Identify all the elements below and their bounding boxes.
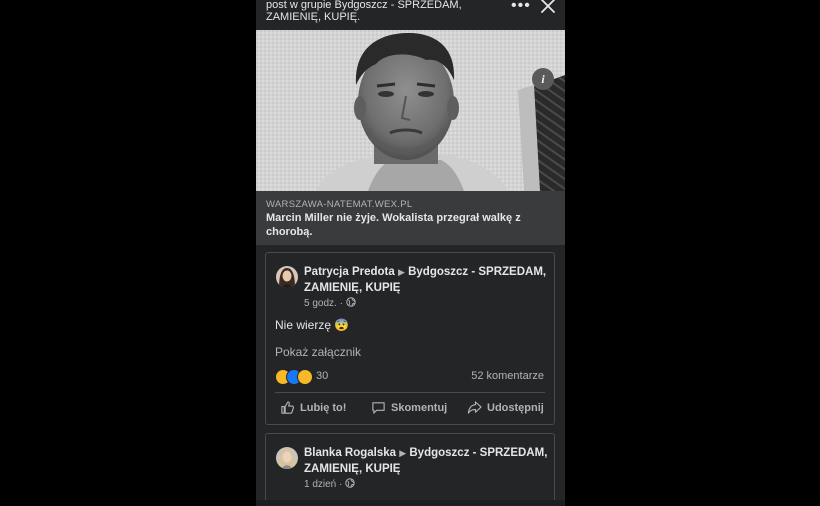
- post-card: Blanka Rogalska ▶ Bydgoszcz - SPRZEDAM, …: [265, 433, 555, 506]
- author-name[interactable]: Patrycja Predota: [304, 266, 395, 278]
- thumbs-up-icon: [281, 401, 294, 414]
- post-meta: 1 dzień ·: [304, 478, 355, 490]
- group-post-title-line2: ZAMIENIĘ, KUPIĘ.: [266, 11, 361, 23]
- like-button[interactable]: Lubię to!: [280, 400, 346, 415]
- comment-label: Skomentuj: [391, 401, 448, 414]
- share-icon: [467, 401, 482, 414]
- arrow-right-icon: ▶: [397, 267, 405, 277]
- show-attachment-link[interactable]: Pokaż załącznik: [275, 345, 361, 359]
- article-photo[interactable]: i: [256, 30, 565, 191]
- bottom-edge: [256, 500, 565, 506]
- header-bar: post w grupie Bydgoszcz - SPRZEDAM, ZAMI…: [256, 0, 565, 30]
- post-viewer: post w grupie Bydgoszcz - SPRZEDAM, ZAMI…: [256, 0, 565, 506]
- post-time[interactable]: 1 dzień ·: [304, 479, 342, 490]
- share-button[interactable]: Udostępnij: [467, 400, 544, 415]
- post-message: Nie wierzę 😨: [275, 318, 350, 332]
- group-post-title-line1: post w grupie Bydgoszcz - SPRZEDAM,: [266, 0, 462, 11]
- sad-reaction-icon: [297, 369, 313, 385]
- reaction-count: 30: [316, 370, 329, 382]
- avatar[interactable]: [276, 266, 298, 288]
- link-title[interactable]: Marcin Miller nie żyje. Wokalista przegr…: [266, 212, 556, 239]
- close-icon[interactable]: [538, 0, 558, 16]
- avatar[interactable]: [276, 447, 298, 469]
- post-meta: 5 godz. ·: [304, 297, 356, 309]
- comments-count-link[interactable]: 52 komentarze: [471, 370, 544, 382]
- post-author-line: Patrycja Predota ▶ Bydgoszcz - SPRZEDAM,…: [304, 264, 549, 296]
- author-name[interactable]: Blanka Rogalska: [304, 447, 396, 459]
- arrow-right-icon: ▶: [399, 448, 407, 458]
- post-author-line: Blanka Rogalska ▶ Bydgoszcz - SPRZEDAM, …: [304, 445, 549, 477]
- like-label: Lubię to!: [300, 401, 347, 414]
- more-horizontal-icon[interactable]: •••: [511, 0, 531, 15]
- comment-button[interactable]: Skomentuj: [371, 400, 447, 415]
- share-label: Udostępnij: [487, 401, 544, 414]
- post-time[interactable]: 5 godz. ·: [304, 298, 343, 309]
- post-card: Patrycja Predota ▶ Bydgoszcz - SPRZEDAM,…: [265, 252, 555, 425]
- divider: [275, 392, 545, 393]
- link-domain: WARSZAWA-NATEMAT.WEX.PL: [266, 199, 413, 210]
- globe-icon: [346, 297, 356, 307]
- group-post-title: post w grupie Bydgoszcz - SPRZEDAM, ZAMI…: [266, 0, 496, 23]
- link-preview[interactable]: WARSZAWA-NATEMAT.WEX.PL Marcin Miller ni…: [256, 191, 565, 245]
- comment-icon: [372, 402, 385, 414]
- globe-icon: [345, 478, 355, 488]
- info-icon[interactable]: i: [532, 68, 554, 90]
- portrait-image: [256, 30, 565, 191]
